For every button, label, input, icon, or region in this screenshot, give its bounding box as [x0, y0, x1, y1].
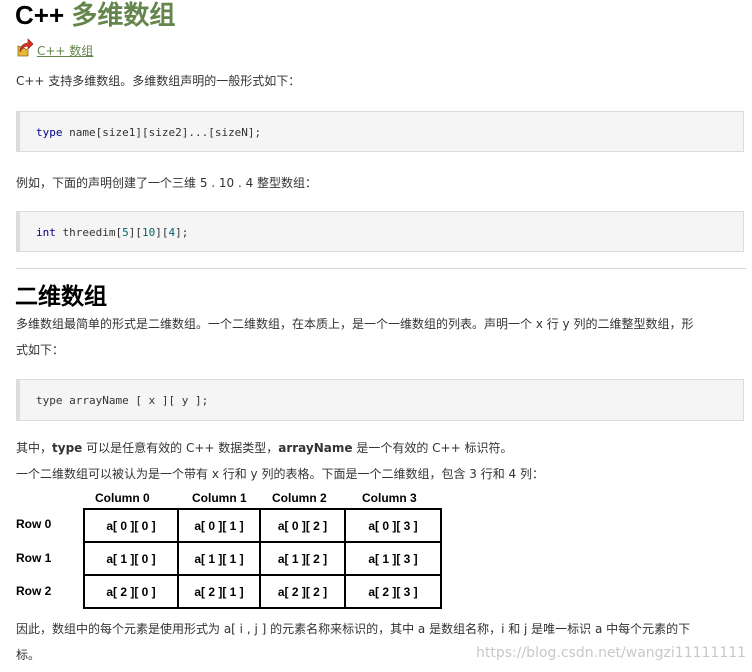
- section-title: 二维数组: [15, 283, 107, 309]
- description-line: 式如下：: [16, 343, 65, 357]
- code-text: name[size1][size2]...[sizeN];: [62, 126, 262, 139]
- code-text: ][: [128, 226, 142, 239]
- table-row: a[ 1 ][ 0 ] a[ 1 ][ 1 ] a[ 1 ][ 2 ] a[ 1…: [83, 541, 442, 576]
- bold-type: type: [52, 441, 83, 455]
- code-text: ][: [155, 226, 169, 239]
- table-cell: a[ 1 ][ 2 ]: [259, 541, 346, 576]
- row-header: Row 1: [16, 551, 52, 565]
- page-title: C++ 多维数组: [15, 0, 176, 30]
- back-link[interactable]: C++ 数组: [16, 38, 93, 58]
- table-cell: a[ 1 ][ 3 ]: [344, 541, 442, 576]
- column-header: Column 0: [95, 491, 150, 505]
- page-title-highlight: 多维数组: [71, 0, 176, 30]
- column-header: Column 2: [272, 491, 327, 505]
- code-block-threedim: int threedim[5][10][4];: [16, 211, 744, 252]
- table-intro-text: 一个二维数组可以被认为是一个带有 x 行和 y 列的表格。下面是一个二维数组，包…: [16, 467, 544, 481]
- section-description: 多维数组最简单的形式是二维数组。一个二维数组，在本质上，是一个一维数组的列表。声…: [16, 314, 746, 360]
- section-divider: [16, 268, 746, 269]
- code-number: 10: [141, 226, 156, 239]
- table-row: a[ 0 ][ 0 ] a[ 0 ][ 1 ] a[ 0 ][ 2 ] a[ 0…: [83, 508, 442, 543]
- code-keyword: type: [36, 126, 63, 139]
- column-header: Column 3: [362, 491, 417, 505]
- table-cell: a[ 2 ][ 1 ]: [177, 574, 261, 609]
- code-text: threedim[: [55, 226, 123, 239]
- code-block-general-form: type name[size1][size2]...[sizeN];: [16, 111, 744, 152]
- table-cell: a[ 2 ][ 2 ]: [259, 574, 346, 609]
- row-header: Row 2: [16, 584, 52, 598]
- code-number: 5: [122, 226, 129, 239]
- description-line: 多维数组最简单的形式是二维数组。一个二维数组，在本质上，是一个一维数组的列表。声…: [16, 317, 694, 331]
- table-cell: a[ 0 ][ 1 ]: [177, 508, 261, 543]
- example-text: 例如，下面的声明创建了一个三维 5 . 10 . 4 整型数组：: [16, 176, 318, 190]
- code-block-2d-form: type arrayName [ x ][ y ];: [16, 379, 744, 421]
- table-cell: a[ 0 ][ 3 ]: [344, 508, 442, 543]
- row-header: Row 0: [16, 517, 52, 531]
- code-keyword: int: [36, 226, 56, 239]
- table-cell: a[ 2 ][ 0 ]: [83, 574, 179, 609]
- intro-text: C++ 支持多维数组。多维数组声明的一般形式如下：: [16, 74, 301, 88]
- back-arrow-icon: [16, 38, 34, 58]
- table-cell: a[ 1 ][ 1 ]: [177, 541, 261, 576]
- code-text: ];: [175, 226, 189, 239]
- table-cell: a[ 2 ][ 3 ]: [344, 574, 442, 609]
- array-table: a[ 0 ][ 0 ] a[ 0 ][ 1 ] a[ 0 ][ 2 ] a[ 0…: [83, 508, 442, 609]
- bold-arrayname: arrayName: [278, 441, 353, 455]
- table-cell: a[ 1 ][ 0 ]: [83, 541, 179, 576]
- table-cell: a[ 0 ][ 2 ]: [259, 508, 346, 543]
- where-text: 其中，type 可以是任意有效的 C++ 数据类型，arrayName 是一个有…: [16, 441, 513, 455]
- watermark: https://blog.csdn.net/wangzi11111111: [476, 645, 747, 661]
- column-header: Column 1: [192, 491, 247, 505]
- table-row: a[ 2 ][ 0 ] a[ 2 ][ 1 ] a[ 2 ][ 2 ] a[ 2…: [83, 574, 442, 609]
- back-link-label[interactable]: C++ 数组: [37, 44, 93, 58]
- table-cell: a[ 0 ][ 0 ]: [83, 508, 179, 543]
- conclusion-line: 因此，数组中的每个元素是使用形式为 a[ i , j ] 的元素名称来标识的，其…: [16, 622, 691, 636]
